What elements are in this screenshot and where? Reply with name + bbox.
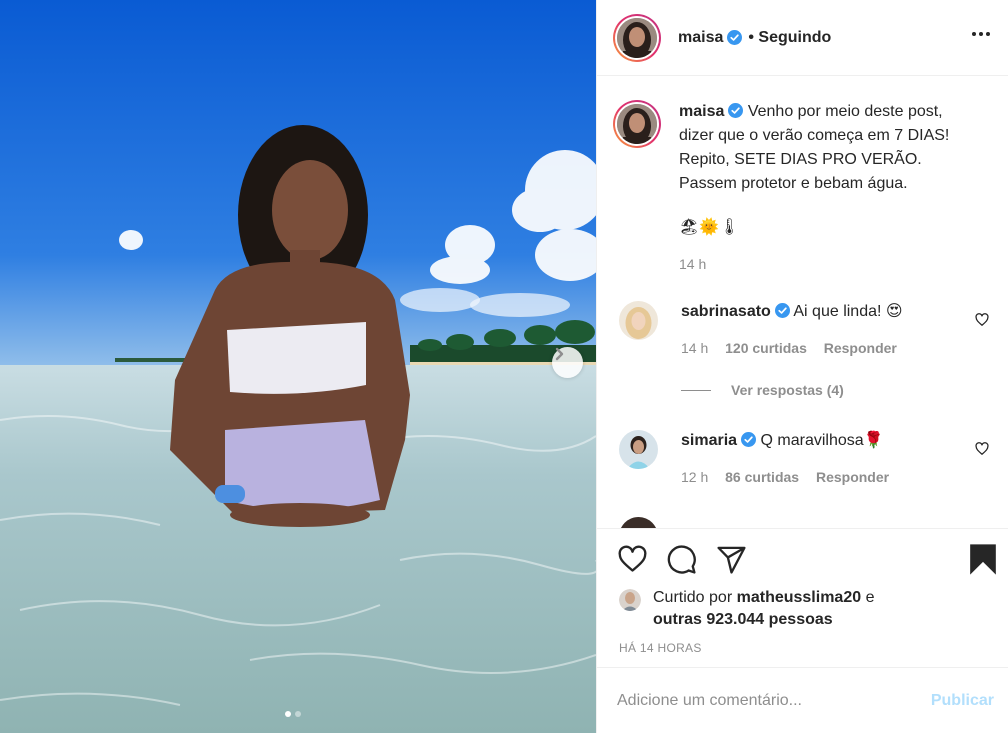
commenter-username[interactable]: simaria [681,432,737,449]
caption-username[interactable]: maisa [679,103,724,120]
author-username[interactable]: maisa [678,29,723,47]
comment-item: simaria Q maravilhosa🌹 12 h 86 curtidas … [619,430,999,488]
verified-badge-icon [741,432,757,447]
commenter-username[interactable]: sabrinasato [681,303,771,320]
reply-button[interactable]: Responder [824,340,897,356]
comment-time[interactable]: 12 h [681,469,708,485]
carousel-dot [295,711,301,717]
publish-button[interactable]: Publicar [931,692,994,710]
like-comment-heart-icon[interactable] [975,442,989,456]
commenter-avatar-image [619,301,658,340]
verified-badge-icon [728,103,744,118]
comment-bubble-icon[interactable] [666,544,697,575]
caption-author-avatar[interactable] [613,100,661,148]
liker-avatar[interactable] [619,589,641,611]
comment-likes[interactable]: 86 curtidas [725,469,799,485]
liked-by-prefix: Curtido por [653,589,733,606]
comment-text: Q maravilhosa🌹 [760,432,884,449]
caption-avatar-image [617,104,657,144]
carousel-dot-active [285,711,291,717]
commenter-avatar[interactable] [619,517,658,528]
post-caption: maisa Venho por meio deste post, dizer q… [613,100,979,276]
comment-time[interactable]: 14 h [681,340,708,356]
reply-button[interactable]: Responder [816,469,889,485]
saved-bookmark-icon[interactable] [969,543,997,576]
verified-badge-icon [727,30,743,45]
liked-by-joiner: e [865,589,875,606]
commenter-avatar[interactable] [619,301,658,340]
verified-badge-icon [774,303,790,318]
post-side-panel: maisa • Seguindo maisa Venho por meio de… [596,0,1008,733]
caption-emojis: 🏖🌞🌡 [679,219,740,236]
caption-time[interactable]: 14 h [679,252,979,276]
comment-item-clipped [619,517,999,528]
liked-by-others[interactable]: outras 923.044 pessoas [653,611,833,628]
comment-text: Ai que linda! 😍 [793,303,903,320]
follow-status[interactable]: • Seguindo [748,29,831,47]
more-options-button[interactable] [968,28,994,40]
commenter-avatar[interactable] [619,430,658,469]
post-actions: Curtido por matheusslima20 e outras 923.… [597,528,1008,667]
view-replies-button[interactable]: Ver respostas (4) [681,382,844,398]
post-timestamp[interactable]: HÁ 14 HORAS [619,641,702,655]
carousel-indicator [285,711,301,717]
add-comment-bar: Publicar [597,667,1008,733]
author-avatar-image [617,17,657,58]
more-dots-icon [972,32,976,36]
author-avatar[interactable] [613,13,661,62]
replies-divider [681,389,711,391]
comment-input[interactable] [617,691,931,710]
next-photo-button[interactable] [552,347,583,378]
commenter-avatar-image [619,430,658,469]
comments-section[interactable]: maisa Venho por meio deste post, dizer q… [597,77,1008,528]
liked-by-summary: Curtido por matheusslima20 e outras 923.… [619,587,874,631]
post-header: maisa • Seguindo [597,0,1008,76]
beach-photo-illustration [0,0,596,733]
like-heart-icon[interactable] [617,544,648,575]
comment-likes[interactable]: 120 curtidas [725,340,807,356]
post-photo[interactable] [0,0,596,733]
like-comment-heart-icon[interactable] [975,313,989,327]
liked-by-user[interactable]: matheusslima20 [737,589,862,606]
chevron-right-icon [555,347,564,361]
view-replies-label: Ver respostas (4) [731,382,844,398]
comment-item: sabrinasato Ai que linda! 😍 14 h 120 cur… [619,301,999,359]
share-send-icon[interactable] [716,544,747,575]
